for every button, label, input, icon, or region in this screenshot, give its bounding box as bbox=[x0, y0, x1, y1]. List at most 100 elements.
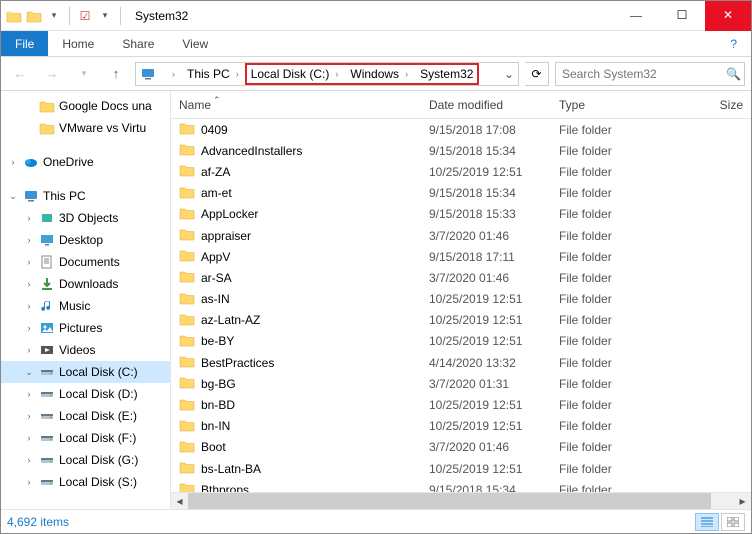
properties-icon[interactable]: ☑ bbox=[76, 7, 94, 25]
tree-twist-icon[interactable]: › bbox=[23, 345, 35, 355]
tree-twist-icon[interactable]: › bbox=[23, 477, 35, 487]
tree-twist-icon[interactable]: › bbox=[23, 279, 35, 289]
tree-twist-icon[interactable]: › bbox=[23, 323, 35, 333]
list-item[interactable]: AppLocker9/15/2018 15:33File folder bbox=[171, 204, 751, 225]
column-type[interactable]: Type bbox=[551, 98, 661, 112]
file-type: File folder bbox=[551, 462, 661, 476]
tree-twist-icon[interactable]: › bbox=[7, 157, 19, 167]
tree-item-local-disk-e-[interactable]: ›Local Disk (E:) bbox=[1, 405, 170, 427]
tree-twist-icon[interactable]: › bbox=[23, 455, 35, 465]
tree-twist-icon[interactable]: ⌄ bbox=[23, 367, 35, 378]
tree-twist-icon[interactable]: › bbox=[23, 257, 35, 267]
tree-item-3d-objects[interactable]: ›3D Objects bbox=[1, 207, 170, 229]
up-button[interactable]: ↑ bbox=[103, 61, 129, 87]
address-dropdown-icon[interactable]: ⌄ bbox=[500, 67, 518, 81]
list-item[interactable]: ar-SA3/7/2020 01:46File folder bbox=[171, 267, 751, 288]
tree-item-google-docs-una[interactable]: Google Docs una bbox=[1, 95, 170, 117]
tree-twist-icon[interactable]: › bbox=[23, 389, 35, 399]
list-item[interactable]: bs-Latn-BA10/25/2019 12:51File folder bbox=[171, 458, 751, 479]
drive-icon bbox=[39, 408, 55, 424]
icons-view-button[interactable] bbox=[721, 513, 745, 531]
minimize-button[interactable]: — bbox=[613, 1, 659, 31]
view-tab[interactable]: View bbox=[168, 31, 222, 56]
status-item-count: 4,692 items bbox=[7, 515, 69, 529]
breadcrumb-windows[interactable]: Windows› bbox=[344, 63, 414, 85]
list-item[interactable]: az-Latn-AZ10/25/2019 12:51File folder bbox=[171, 310, 751, 331]
help-button[interactable]: ? bbox=[716, 31, 751, 56]
list-item[interactable]: BestPractices4/14/2020 13:32File folder bbox=[171, 352, 751, 373]
quick-access-dropdown-icon[interactable]: ▾ bbox=[45, 7, 63, 25]
tree-item-videos[interactable]: ›Videos bbox=[1, 339, 170, 361]
scroll-right-button[interactable]: ▸ bbox=[734, 493, 751, 509]
list-item[interactable]: am-et9/15/2018 15:34File folder bbox=[171, 183, 751, 204]
close-button[interactable]: ✕ bbox=[705, 1, 751, 31]
file-list[interactable]: 04099/15/2018 17:08File folderAdvancedIn… bbox=[171, 119, 751, 492]
tree-item-local-disk-s-[interactable]: ›Local Disk (S:) bbox=[1, 471, 170, 493]
file-name: bs-Latn-BA bbox=[201, 462, 261, 476]
tree-item-label: Documents bbox=[59, 255, 120, 269]
toolbar-dropdown-icon[interactable]: ▾ bbox=[96, 7, 114, 25]
recent-locations-button[interactable]: ▾ bbox=[71, 61, 97, 87]
tree-item-local-disk-d-[interactable]: ›Local Disk (D:) bbox=[1, 383, 170, 405]
list-item[interactable]: AdvancedInstallers9/15/2018 15:34File fo… bbox=[171, 140, 751, 161]
tree-item-onedrive[interactable]: ›OneDrive bbox=[1, 151, 170, 173]
details-view-button[interactable] bbox=[695, 513, 719, 531]
tree-twist-icon[interactable]: › bbox=[23, 235, 35, 245]
maximize-button[interactable]: ☐ bbox=[659, 1, 705, 31]
scroll-left-button[interactable]: ◂ bbox=[171, 493, 188, 509]
tree-item-desktop[interactable]: ›Desktop bbox=[1, 229, 170, 251]
tree-item-pictures[interactable]: ›Pictures bbox=[1, 317, 170, 339]
folder-icon bbox=[179, 247, 195, 266]
column-headers[interactable]: Name⌃ Date modified Type Size bbox=[171, 91, 751, 119]
search-input[interactable] bbox=[556, 67, 723, 81]
tree-item-local-disk-c-[interactable]: ⌄Local Disk (C:) bbox=[1, 361, 170, 383]
list-item[interactable]: AppV9/15/2018 17:11File folder bbox=[171, 246, 751, 267]
search-icon[interactable]: 🔍 bbox=[723, 67, 744, 81]
list-item[interactable]: 04099/15/2018 17:08File folder bbox=[171, 119, 751, 140]
file-type: File folder bbox=[551, 144, 661, 158]
list-item[interactable]: bn-IN10/25/2019 12:51File folder bbox=[171, 416, 751, 437]
tree-item-documents[interactable]: › Documents bbox=[1, 251, 170, 273]
refresh-button[interactable]: ⟳ bbox=[525, 62, 549, 86]
breadcrumb-this-pc[interactable]: This PC› bbox=[181, 63, 245, 85]
tree-twist-icon[interactable]: › bbox=[23, 213, 35, 223]
file-tab[interactable]: File bbox=[1, 31, 48, 56]
folder-open-icon[interactable] bbox=[25, 7, 43, 25]
drive-icon bbox=[39, 474, 55, 490]
share-tab[interactable]: Share bbox=[108, 31, 168, 56]
navigation-tree[interactable]: Google Docs unaVMware vs Virtu ›OneDrive ⌄… bbox=[1, 91, 171, 509]
column-size[interactable]: Size bbox=[661, 98, 751, 112]
tree-twist-icon[interactable]: › bbox=[23, 411, 35, 421]
list-item[interactable]: be-BY10/25/2019 12:51File folder bbox=[171, 331, 751, 352]
tree-item-music[interactable]: ›Music bbox=[1, 295, 170, 317]
tree-twist-icon[interactable]: › bbox=[23, 301, 35, 311]
breadcrumb-local-disk-c[interactable]: Local Disk (C:)› bbox=[245, 63, 345, 85]
breadcrumb-system32[interactable]: System32 bbox=[414, 63, 479, 85]
back-button[interactable]: ← bbox=[7, 61, 33, 87]
tree-twist-icon[interactable]: › bbox=[23, 433, 35, 443]
tree-twist-icon[interactable]: ⌄ bbox=[7, 191, 19, 202]
list-item[interactable]: bn-BD10/25/2019 12:51File folder bbox=[171, 394, 751, 415]
tree-item-vmware-vs-virtu[interactable]: VMware vs Virtu bbox=[1, 117, 170, 139]
list-item[interactable]: Boot3/7/2020 01:46File folder bbox=[171, 437, 751, 458]
breadcrumb-root-chevron[interactable]: › bbox=[160, 63, 181, 85]
search-box[interactable]: 🔍 bbox=[555, 62, 745, 86]
home-tab[interactable]: Home bbox=[48, 31, 108, 56]
list-item[interactable]: Bthprops9/15/2018 15:34File folder bbox=[171, 479, 751, 492]
list-item[interactable]: as-IN10/25/2019 12:51File folder bbox=[171, 289, 751, 310]
tree-item-downloads[interactable]: ›Downloads bbox=[1, 273, 170, 295]
list-item[interactable]: bg-BG3/7/2020 01:31File folder bbox=[171, 373, 751, 394]
forward-button[interactable]: → bbox=[39, 61, 65, 87]
scroll-thumb[interactable] bbox=[188, 493, 711, 509]
column-date[interactable]: Date modified bbox=[421, 98, 551, 112]
file-type: File folder bbox=[551, 419, 661, 433]
horizontal-scrollbar[interactable]: ◂ ▸ bbox=[171, 492, 751, 509]
folder-icon bbox=[179, 417, 195, 436]
address-bar[interactable]: › This PC› Local Disk (C:)› Windows› Sys… bbox=[135, 62, 519, 86]
tree-item-this-pc[interactable]: ⌄This PC bbox=[1, 185, 170, 207]
list-item[interactable]: af-ZA10/25/2019 12:51File folder bbox=[171, 161, 751, 182]
tree-item-local-disk-g-[interactable]: ›Local Disk (G:) bbox=[1, 449, 170, 471]
list-item[interactable]: appraiser3/7/2020 01:46File folder bbox=[171, 225, 751, 246]
tree-item-local-disk-f-[interactable]: ›Local Disk (F:) bbox=[1, 427, 170, 449]
column-name[interactable]: Name⌃ bbox=[171, 98, 421, 112]
